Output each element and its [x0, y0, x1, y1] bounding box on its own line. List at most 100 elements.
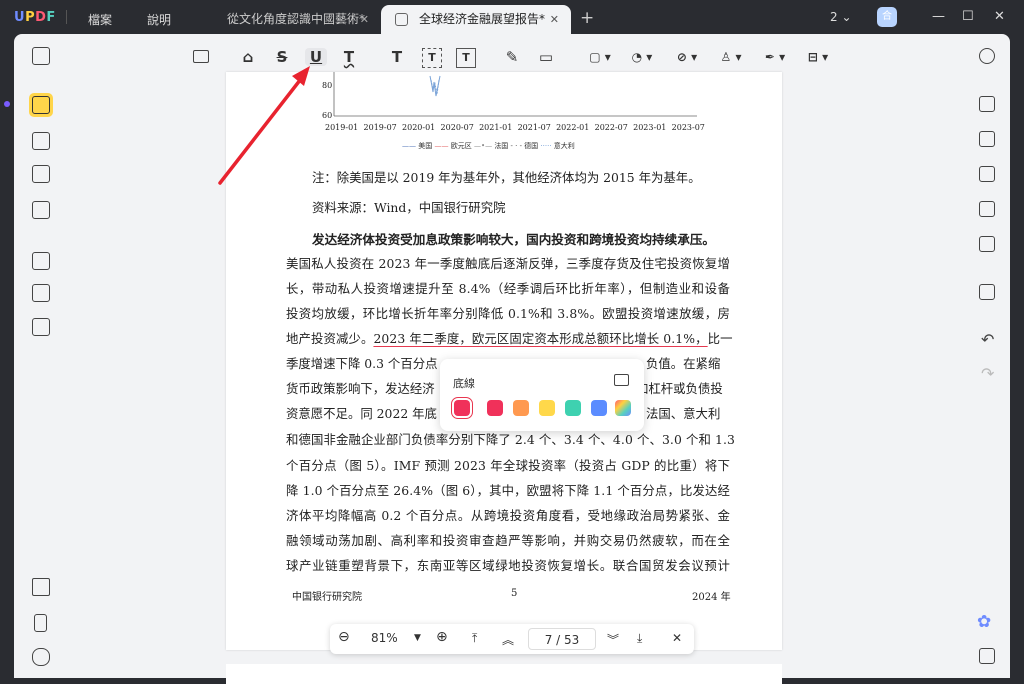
- fill-sign-icon[interactable]: [32, 201, 50, 219]
- strikethrough-icon[interactable]: S: [273, 48, 291, 66]
- legend-item: 欧元区: [450, 142, 472, 150]
- undo-icon[interactable]: ↶: [981, 330, 994, 349]
- updf-logo: UPDF: [14, 10, 56, 25]
- avatar-initial: 合: [882, 11, 892, 22]
- color-swatch-red[interactable]: [487, 400, 503, 416]
- menu-file[interactable]: 檔案: [88, 11, 112, 28]
- edit-pdf-icon[interactable]: [32, 132, 50, 150]
- page-organize-icon[interactable]: [32, 165, 50, 183]
- zoom-dropdown-icon[interactable]: ▼: [414, 633, 421, 643]
- chart-x-tick-label: 2022-01: [556, 123, 590, 132]
- squiggly-icon[interactable]: T: [340, 48, 358, 66]
- body-line-fragment: 季度增速下降 0.3 个百分点: [286, 356, 438, 371]
- chart-legend: —— 美国 —— 欧元区 —•— 法国 - · - 德国 ····· 意大利: [402, 142, 575, 150]
- text-icon[interactable]: T: [388, 48, 406, 66]
- layers-icon[interactable]: [32, 578, 50, 596]
- new-tab-button[interactable]: +: [580, 8, 594, 28]
- eraser-icon[interactable]: ▭: [537, 48, 555, 66]
- body-line-fragment: 资意愿不足。同 2022 年底: [286, 406, 437, 421]
- minimize-button[interactable]: —: [932, 9, 945, 24]
- footer-page-number: 5: [511, 588, 518, 599]
- chart-x-tick-label: 2023-01: [633, 123, 667, 132]
- chart-y-tick-label: 80: [322, 81, 333, 90]
- attachment-icon[interactable]: [32, 648, 50, 666]
- redo-icon[interactable]: ↷: [981, 364, 994, 383]
- zoom-in-icon[interactable]: ⊕: [436, 629, 448, 645]
- color-swatch-selected[interactable]: [451, 397, 473, 419]
- close-icon[interactable]: ✕: [550, 5, 559, 34]
- bookmark-icon[interactable]: [34, 614, 47, 632]
- underline-annotation[interactable]: 2023 年二季度，欧元区固定资本形成总额环比增长 0.1%，: [373, 331, 707, 346]
- save-icon[interactable]: [979, 284, 995, 300]
- tab-document-1[interactable]: 從文化角度認識中國藝術* ✕: [213, 5, 381, 34]
- chart-x-tick-label: 2020-01: [402, 123, 436, 132]
- zoom-level[interactable]: 81%: [371, 631, 398, 645]
- body-line: 球产业链重塑背景下，东南亚等区域绿地投资恢复增长。联合国贸发会议预计: [286, 558, 730, 573]
- comment-icon[interactable]: [193, 50, 209, 63]
- previous-page-icon[interactable]: ︽: [502, 631, 514, 648]
- page-number-input[interactable]: 7 / 53: [528, 628, 596, 650]
- tab-label: 從文化角度認識中國藝術*: [227, 12, 366, 26]
- body-line-fragment: 货币政策影响下，发达经济: [286, 381, 435, 396]
- menu-help[interactable]: 說明: [147, 11, 171, 28]
- crop-icon[interactable]: [32, 284, 50, 302]
- color-swatch-blue[interactable]: [591, 400, 607, 416]
- pencil-icon[interactable]: ✎: [503, 48, 521, 66]
- comment-mode-icon[interactable]: [32, 96, 50, 114]
- body-line-fragment: 法国、意大利: [646, 406, 721, 421]
- body-line-underlined: 地产投资减少。2023 年二季度，欧元区固定资本形成总额环比增长 0.1%，比一: [286, 329, 733, 347]
- text-segment: 地产投资减少。: [286, 331, 374, 346]
- window-count-dropdown[interactable]: 2 ⌄: [830, 10, 852, 24]
- highlight-icon[interactable]: ⌂: [239, 48, 257, 66]
- chart-x-tick-label: 2019-07: [363, 123, 397, 132]
- reader-mode-icon[interactable]: [32, 47, 50, 65]
- signature-icon[interactable]: ✒ ▾: [760, 48, 790, 66]
- zoom-out-icon[interactable]: ⊖: [338, 629, 350, 645]
- body-line: 投资均放缓，环比增长折年率分别降低 0.1%和 3.8%。欧盟投资增速放缓，房: [286, 306, 730, 321]
- close-icon[interactable]: ✕: [360, 5, 369, 34]
- chat-icon[interactable]: [979, 648, 995, 664]
- maximize-button[interactable]: ☐: [962, 9, 974, 24]
- next-pdf-page: [226, 664, 782, 684]
- page-navigation-bar: ⊖ 81% ▼ ⊕ ⤒ ︽ 7 / 53 ︾ ⤓ ✕: [330, 624, 694, 654]
- ocr-icon[interactable]: [979, 96, 995, 112]
- tab-document-2[interactable]: 全球经济金融展望报告* ✕: [381, 5, 571, 34]
- last-page-icon[interactable]: ⤓: [637, 631, 642, 646]
- color-swatch-teal[interactable]: [565, 400, 581, 416]
- ai-assistant-icon[interactable]: ✿: [977, 612, 991, 632]
- share-icon[interactable]: [979, 201, 995, 217]
- email-icon[interactable]: [979, 236, 995, 252]
- color-swatch-yellow[interactable]: [539, 400, 555, 416]
- ocr-pages-icon[interactable]: [32, 252, 50, 270]
- body-line: 和德国非金融企业部门负债率分别下降了 2.4 个、3.4 个、4.0 个、3.0…: [286, 432, 736, 447]
- footer-left: 中国银行研究院: [292, 592, 362, 603]
- first-page-icon[interactable]: ⤒: [472, 631, 477, 646]
- stamp-circle-icon[interactable]: ◔ ▾: [627, 48, 657, 66]
- text-callout-icon[interactable]: T: [456, 48, 476, 68]
- shape-icon[interactable]: ▢ ▾: [585, 48, 615, 66]
- next-page-icon[interactable]: ︾: [607, 631, 619, 648]
- underline-properties-popup: 底線: [440, 359, 644, 431]
- color-picker-rainbow[interactable]: [615, 400, 631, 416]
- stamp-icon[interactable]: ♙ ▾: [716, 48, 746, 66]
- underline-icon[interactable]: U: [305, 48, 327, 66]
- chart-x-tick-label: 2021-01: [479, 123, 513, 132]
- footer-right: 2024 年: [692, 592, 731, 603]
- close-window-button[interactable]: ✕: [994, 9, 1005, 24]
- protect-icon[interactable]: [979, 166, 995, 182]
- attachment-icon[interactable]: ⊘ ▾: [672, 48, 702, 66]
- search-icon[interactable]: [979, 48, 995, 64]
- organize-pages-icon[interactable]: [32, 318, 50, 336]
- chart-x-tick-label: 2022-07: [594, 123, 628, 132]
- color-swatch-orange[interactable]: [513, 400, 529, 416]
- avatar[interactable]: 合: [877, 7, 897, 27]
- unsaved-doc-icon: [395, 13, 408, 26]
- add-comment-icon[interactable]: [614, 374, 629, 386]
- close-nav-icon[interactable]: ✕: [672, 631, 682, 645]
- measure-icon[interactable]: ⊟ ▾: [803, 48, 833, 66]
- legend-item: 意大利: [553, 142, 575, 150]
- textbox-icon[interactable]: T: [422, 48, 442, 68]
- body-line: 个百分点（图 5）。IMF 预测 2023 年全球投资率（投资占 GDP 的比重…: [286, 458, 730, 473]
- convert-icon[interactable]: [979, 131, 995, 147]
- chart-x-tick-label: 2019-01: [325, 123, 359, 132]
